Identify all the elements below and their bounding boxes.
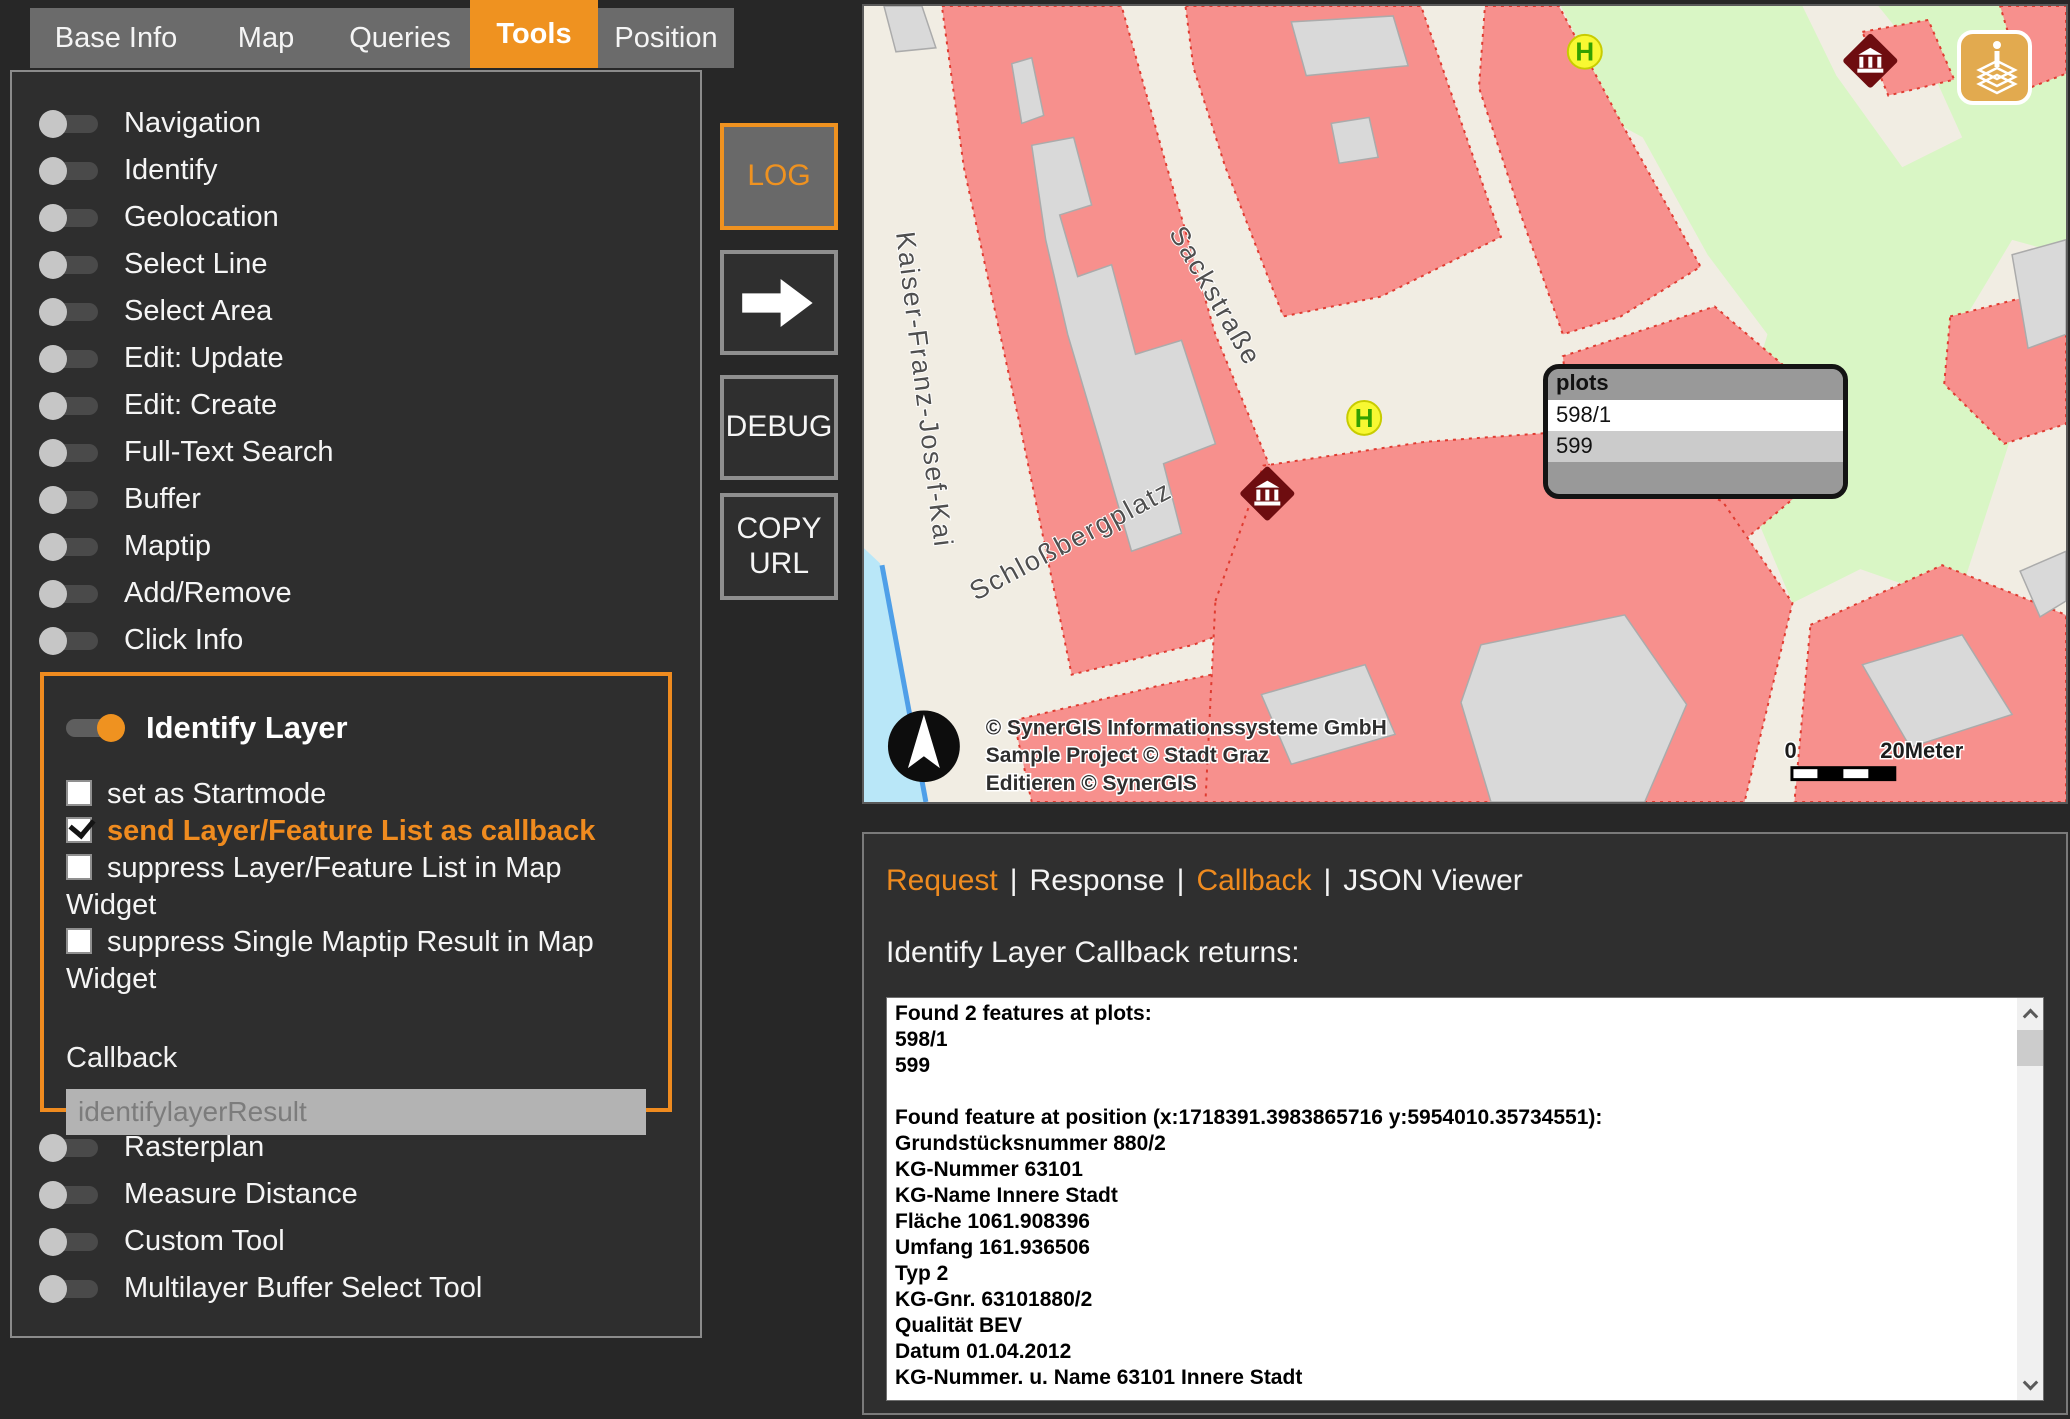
- basemap: Kaiser-Franz-Josef-Kai Sackstraße Schloß…: [864, 6, 2066, 802]
- street-label-kai: Kaiser-Franz-Josef-Kai: [890, 230, 959, 550]
- main-tab-bar: Base Info Map Queries Tools Position: [30, 8, 734, 68]
- callback-label: Callback: [66, 1042, 648, 1075]
- compass-icon: [888, 710, 960, 782]
- toggle-switch[interactable]: [42, 444, 98, 462]
- toggle-full-text-search[interactable]: Full-Text Search: [42, 429, 334, 476]
- toggle-switch[interactable]: [42, 162, 98, 180]
- transit-stop-marker[interactable]: H: [1347, 401, 1381, 435]
- toggle-switch[interactable]: [42, 350, 98, 368]
- callback-returns-heading: Identify Layer Callback returns:: [886, 936, 2066, 970]
- svg-text:0: 0: [1784, 738, 1796, 763]
- toggle-select-line[interactable]: Select Line: [42, 241, 334, 288]
- toggle-switch[interactable]: [42, 115, 98, 133]
- identify-layer-title: Identify Layer: [146, 710, 348, 746]
- scroll-down-icon[interactable]: [2017, 1370, 2043, 1400]
- toggle-multilayer-buffer[interactable]: Multilayer Buffer Select Tool: [42, 1265, 482, 1312]
- toggle-buffer[interactable]: Buffer: [42, 476, 334, 523]
- map-viewport[interactable]: Kaiser-Franz-Josef-Kai Sackstraße Schloß…: [862, 4, 2068, 804]
- toggle-switch[interactable]: [42, 538, 98, 556]
- checkbox[interactable]: [66, 854, 92, 880]
- toggle-rasterplan[interactable]: Rasterplan: [42, 1124, 482, 1171]
- popup-footer: [1548, 462, 1843, 489]
- toggle-switch[interactable]: [42, 632, 98, 650]
- callback-log-text: Found 2 features at plots: 598/1 599 Fou…: [887, 998, 2017, 1400]
- copy-url-button[interactable]: COPY URL: [720, 493, 838, 600]
- layers-info-icon: [1971, 40, 2019, 96]
- checkbox-checked[interactable]: [66, 817, 92, 843]
- toggle-switch[interactable]: [42, 1280, 98, 1298]
- svg-text:Editieren © SynerGIS: Editieren © SynerGIS: [986, 772, 1197, 795]
- toggle-edit-create[interactable]: Edit: Create: [42, 382, 334, 429]
- callback-log-output[interactable]: Found 2 features at plots: 598/1 599 Fou…: [886, 997, 2044, 1401]
- toggle-switch[interactable]: [42, 256, 98, 274]
- popup-feature-row[interactable]: 599: [1548, 431, 1843, 462]
- results-tab-bar: Request | Response | Callback | JSON Vie…: [886, 864, 2066, 898]
- toggle-identify[interactable]: Identify: [42, 147, 334, 194]
- svg-text:© SynerGIS Informationssysteme: © SynerGIS Informationssysteme GmbH: [986, 716, 1387, 739]
- toggle-custom-tool[interactable]: Custom Tool: [42, 1218, 482, 1265]
- toggle-navigation[interactable]: Navigation: [42, 100, 334, 147]
- svg-text:20Meter: 20Meter: [1880, 738, 1963, 763]
- feature-popup: plots 598/1 599: [1543, 364, 1848, 499]
- svg-text:Sample Project © Stadt Graz: Sample Project © Stadt Graz: [986, 744, 1269, 767]
- debug-button[interactable]: DEBUG: [720, 375, 838, 480]
- toggle-switch[interactable]: [42, 397, 98, 415]
- log-scrollbar[interactable]: [2017, 998, 2043, 1400]
- tab-tools[interactable]: Tools: [470, 0, 598, 68]
- toggle-maptip[interactable]: Maptip: [42, 523, 334, 570]
- toggle-switch[interactable]: [42, 303, 98, 321]
- tools-panel: Navigation Identify Geolocation Select L…: [10, 70, 702, 1338]
- tab-json-viewer[interactable]: JSON Viewer: [1343, 864, 1523, 898]
- svg-text:H: H: [1355, 405, 1374, 433]
- layers-info-button[interactable]: [1957, 30, 2032, 105]
- svg-text:H: H: [1575, 39, 1594, 67]
- arrow-right-icon: [739, 270, 819, 336]
- transit-stop-marker[interactable]: H: [1568, 35, 1602, 69]
- forward-button[interactable]: [720, 250, 838, 355]
- tab-position[interactable]: Position: [598, 8, 734, 68]
- tool-toggle-list: Navigation Identify Geolocation Select L…: [42, 100, 334, 664]
- tool-toggle-list-bottom: Rasterplan Measure Distance Custom Tool …: [42, 1124, 482, 1312]
- tab-map[interactable]: Map: [202, 8, 330, 68]
- toggle-geolocation[interactable]: Geolocation: [42, 194, 334, 241]
- toggle-switch[interactable]: [42, 1233, 98, 1251]
- scrollbar-thumb[interactable]: [2017, 1030, 2043, 1066]
- results-panel: Request | Response | Callback | JSON Vie…: [862, 832, 2068, 1415]
- tab-base-info[interactable]: Base Info: [30, 8, 202, 68]
- checkbox[interactable]: [66, 928, 92, 954]
- toggle-switch[interactable]: [42, 585, 98, 603]
- checkbox-row-suppress-maptip[interactable]: suppress Single Maptip Result in Map Wid…: [66, 924, 631, 998]
- tab-request[interactable]: Request: [886, 864, 998, 898]
- checkbox-row-startmode[interactable]: set as Startmode: [66, 776, 631, 813]
- toggle-switch[interactable]: [42, 1186, 98, 1204]
- toggle-select-area[interactable]: Select Area: [42, 288, 334, 335]
- scroll-up-icon[interactable]: [2017, 998, 2043, 1028]
- toggle-click-info[interactable]: Click Info: [42, 617, 334, 664]
- popup-title: plots: [1548, 369, 1843, 400]
- toggle-switch[interactable]: [42, 1139, 98, 1157]
- toggle-switch[interactable]: [42, 209, 98, 227]
- tab-queries[interactable]: Queries: [330, 8, 470, 68]
- identify-layer-toggle[interactable]: [66, 719, 122, 737]
- checkbox-row-suppress-list[interactable]: suppress Layer/Feature List in Map Widge…: [66, 850, 631, 924]
- checkbox[interactable]: [66, 780, 92, 806]
- popup-feature-row[interactable]: 598/1: [1548, 400, 1843, 431]
- toggle-add-remove[interactable]: Add/Remove: [42, 570, 334, 617]
- tab-callback[interactable]: Callback: [1196, 864, 1311, 898]
- tab-response[interactable]: Response: [1030, 864, 1165, 898]
- identify-layer-panel: Identify Layer set as Startmode send Lay…: [40, 672, 672, 1112]
- toggle-edit-update[interactable]: Edit: Update: [42, 335, 334, 382]
- checkbox-row-send-callback[interactable]: send Layer/Feature List as callback: [66, 813, 631, 850]
- toggle-switch[interactable]: [42, 491, 98, 509]
- log-button[interactable]: LOG: [720, 123, 838, 230]
- toggle-measure-distance[interactable]: Measure Distance: [42, 1171, 482, 1218]
